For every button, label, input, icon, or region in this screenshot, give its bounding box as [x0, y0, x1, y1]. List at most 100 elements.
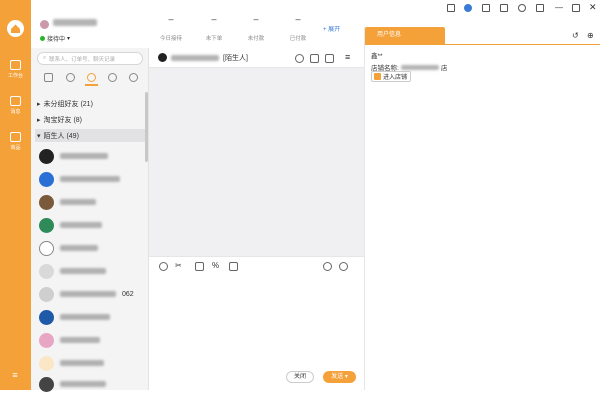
- avatar: [39, 286, 54, 302]
- group-label: 未分组好友 (21): [43, 100, 93, 108]
- close-icon[interactable]: ✕: [589, 2, 597, 13]
- send-label: 发送: [331, 374, 344, 380]
- stat-label: 已付款: [289, 36, 307, 42]
- avatar: [39, 332, 54, 348]
- caret-right-icon: ▸: [37, 100, 41, 108]
- refresh-icon[interactable]: ↺: [572, 31, 579, 40]
- profile-icon[interactable]: [310, 54, 319, 63]
- tab-user-info[interactable]: 用户信息: [365, 27, 445, 44]
- workbench-icon: [10, 60, 21, 70]
- expand-button[interactable]: + 展开: [323, 24, 340, 33]
- coupon-icon[interactable]: [229, 262, 238, 271]
- contact-name: [60, 337, 100, 343]
- search-icon: ⌕: [43, 55, 47, 61]
- pin-icon[interactable]: [536, 4, 544, 12]
- active-filter-indicator: [85, 84, 98, 86]
- avatar: [39, 171, 54, 187]
- rail-item-products[interactable]: 商品: [0, 132, 31, 151]
- contact-name: [60, 199, 96, 205]
- tab-underline: [365, 44, 600, 45]
- history-icon[interactable]: [323, 262, 332, 271]
- group-strangers[interactable]: ▾ 陌生人 (49): [35, 129, 145, 142]
- caret-down-icon: ▾: [37, 132, 41, 140]
- image-icon[interactable]: [195, 262, 204, 271]
- contact-item[interactable]: [39, 192, 139, 212]
- contact-item[interactable]: [39, 307, 139, 327]
- contact-name: [60, 153, 108, 159]
- contact-item[interactable]: 062: [39, 284, 139, 304]
- avatar: [158, 53, 167, 62]
- avatar: [39, 240, 54, 256]
- clock-icon[interactable]: [66, 73, 75, 82]
- quick-reply-icon[interactable]: [339, 262, 348, 271]
- share-icon[interactable]: [129, 73, 138, 82]
- shirt-icon[interactable]: [500, 4, 508, 12]
- group-label: 淘宝好友 (8): [43, 116, 83, 124]
- timer-icon[interactable]: [295, 54, 304, 63]
- contact-name: [60, 268, 106, 274]
- contact-tag: [陌生人]: [223, 54, 248, 62]
- shop-name-suffix: 店: [440, 65, 448, 72]
- contact-item[interactable]: [39, 330, 139, 350]
- contact-name: [60, 291, 116, 297]
- contact-item[interactable]: [39, 238, 139, 258]
- image-icon[interactable]: [482, 4, 490, 12]
- chat-contact-name: [171, 54, 219, 61]
- rail-item-label: 商品: [10, 145, 21, 151]
- chat-panel: [陌生人] ≡ ✂ % 关闭 发送 ▾: [149, 48, 364, 390]
- group-taobao[interactable]: ▸ 淘宝好友 (8): [35, 113, 145, 126]
- contact-scrollbar[interactable]: [145, 92, 148, 162]
- close-chat-button[interactable]: 关闭: [286, 371, 314, 383]
- emoji-icon[interactable]: [159, 262, 168, 271]
- enter-shop-label: 进入店铺: [383, 75, 408, 81]
- caret-right-icon: ▸: [37, 116, 41, 124]
- percent-icon[interactable]: %: [212, 261, 219, 270]
- assistant-icon[interactable]: [464, 4, 472, 12]
- avatar: [39, 194, 54, 210]
- menu-icon[interactable]: ≡: [9, 370, 21, 380]
- rail-item-messages[interactable]: 消息: [0, 96, 31, 115]
- send-button[interactable]: 发送 ▾: [323, 371, 356, 383]
- play-icon[interactable]: [518, 4, 526, 12]
- group-ungrouped[interactable]: ▸ 未分组好友 (21): [35, 97, 145, 110]
- avatar[interactable]: [40, 20, 49, 29]
- add-icon[interactable]: ⊕: [587, 31, 594, 40]
- contacts-icon[interactable]: [87, 73, 96, 82]
- menu-icon[interactable]: ≡: [345, 52, 350, 62]
- message-input[interactable]: ✂ % 关闭 发送 ▾: [149, 256, 364, 390]
- group-icon[interactable]: [108, 73, 117, 82]
- contact-name: [60, 381, 106, 387]
- phone-icon[interactable]: [447, 4, 455, 12]
- contact-name: [60, 314, 110, 320]
- home-icon[interactable]: [7, 20, 24, 37]
- store-icon: [10, 132, 21, 142]
- checklist-icon[interactable]: [325, 54, 334, 63]
- rail-item-workbench[interactable]: 工作台: [0, 60, 31, 79]
- contact-item[interactable]: [39, 146, 139, 166]
- rail-item-label: 消息: [10, 109, 21, 115]
- contact-name: [60, 245, 98, 251]
- stat-value: –: [295, 14, 301, 24]
- online-dot-icon: [40, 36, 45, 41]
- contact-item[interactable]: [39, 353, 139, 373]
- stat-paid[interactable]: – 已付款: [273, 14, 323, 42]
- message-icon: [10, 96, 21, 106]
- enter-shop-button[interactable]: 进入店铺: [371, 71, 411, 82]
- avatar: [39, 355, 54, 371]
- scissors-icon[interactable]: ✂: [175, 261, 182, 270]
- avatar: [39, 217, 54, 233]
- contact-item[interactable]: [39, 374, 139, 394]
- shop-icon: [374, 73, 381, 80]
- recent-chat-icon[interactable]: [44, 73, 53, 82]
- status-text: 接待中: [47, 37, 66, 43]
- maximize-icon[interactable]: [572, 4, 580, 12]
- minimize-icon[interactable]: —: [555, 3, 563, 12]
- avatar: [39, 148, 54, 164]
- contact-item[interactable]: [39, 169, 139, 189]
- contact-item[interactable]: [39, 261, 139, 281]
- avatar: [39, 376, 54, 392]
- avatar: [39, 309, 54, 325]
- status-selector[interactable]: 接待中 ▾: [40, 34, 70, 43]
- contact-item[interactable]: [39, 215, 139, 235]
- search-input[interactable]: ⌕ 联系人、订单号、聊天记录: [37, 52, 143, 65]
